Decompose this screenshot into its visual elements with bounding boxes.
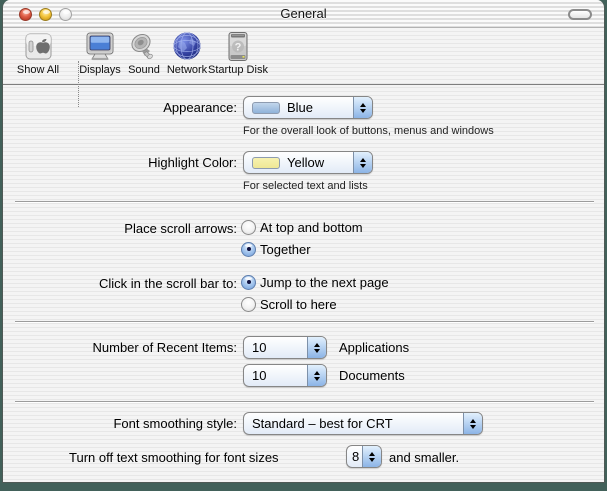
arrow-up-icon [314, 371, 320, 375]
applications-caption: Applications [339, 340, 409, 355]
svg-text:?: ? [235, 42, 242, 54]
toolbar-toggle-button[interactable] [568, 9, 592, 20]
popup-stepper[interactable] [353, 152, 372, 173]
radio-together[interactable]: Together [241, 241, 311, 257]
separator [15, 201, 594, 203]
appearance-value: Blue [287, 100, 313, 115]
smoothing-size-popup[interactable]: 8 [346, 445, 382, 468]
radio-scroll-to-here[interactable]: Scroll to here [241, 296, 337, 312]
popup-stepper[interactable] [307, 337, 326, 358]
highlight-value: Yellow [287, 155, 324, 170]
arrow-down-icon [360, 109, 366, 113]
arrow-down-icon [360, 164, 366, 168]
arrow-up-icon [360, 158, 366, 162]
desktop-strip [0, 483, 607, 491]
documents-caption: Documents [339, 368, 405, 383]
toolbar: Show All Displays [3, 28, 604, 85]
appearance-hint: For the overall look of buttons, menus a… [243, 125, 494, 137]
font-smoothing-value: Standard – best for CRT [244, 416, 463, 431]
radio-icon-selected[interactable] [241, 275, 256, 290]
radio-label: Together [260, 242, 311, 257]
recent-applications-value: 10 [244, 340, 307, 355]
recent-documents-popup[interactable]: 10 [243, 364, 327, 387]
highlight-hint: For selected text and lists [243, 180, 368, 192]
network-icon [171, 31, 203, 63]
arrow-up-icon [360, 103, 366, 107]
radio-icon-selected[interactable] [241, 242, 256, 257]
recent-documents-value: 10 [244, 368, 307, 383]
radio-jump-next-page[interactable]: Jump to the next page [241, 274, 389, 290]
radio-icon[interactable] [241, 220, 256, 235]
radio-label: At top and bottom [260, 220, 363, 235]
startup-disk-icon: ? [222, 31, 254, 63]
toolbar-item-show-all[interactable]: Show All [3, 31, 73, 83]
highlight-popup[interactable]: Yellow [243, 151, 373, 174]
title-bar[interactable]: General [3, 0, 604, 28]
toolbar-item-startup-disk[interactable]: ? Startup Disk [203, 31, 273, 83]
toolbar-label: Startup Disk [203, 64, 273, 76]
recent-items-label: Number of Recent Items: [3, 340, 237, 355]
scroll-click-label: Click in the scroll bar to: [3, 276, 237, 291]
highlight-label: Highlight Color: [3, 155, 237, 170]
preferences-window: General Show All [2, 0, 605, 483]
radio-at-top-and-bottom[interactable]: At top and bottom [241, 219, 363, 235]
smoothing-size-value: 8 [347, 449, 362, 464]
separator [15, 321, 594, 323]
separator [15, 401, 594, 403]
show-all-icon [22, 31, 54, 63]
popup-stepper[interactable] [353, 97, 372, 118]
radio-label: Scroll to here [260, 297, 337, 312]
appearance-swatch [252, 102, 280, 114]
font-smoothing-label: Font smoothing style: [3, 416, 237, 431]
font-smoothing-popup[interactable]: Standard – best for CRT [243, 412, 483, 435]
arrow-up-icon [314, 343, 320, 347]
smoothing-threshold-suffix: and smaller. [389, 450, 459, 465]
radio-label: Jump to the next page [260, 275, 389, 290]
arrow-down-icon [314, 377, 320, 381]
appearance-popup[interactable]: Blue [243, 96, 373, 119]
window-title: General [3, 6, 604, 21]
arrow-up-icon [369, 452, 375, 456]
radio-icon[interactable] [241, 297, 256, 312]
popup-stepper[interactable] [362, 446, 381, 467]
arrow-down-icon [470, 425, 476, 429]
toolbar-label: Show All [3, 64, 73, 76]
arrow-down-icon [314, 349, 320, 353]
arrow-up-icon [470, 419, 476, 423]
recent-applications-popup[interactable]: 10 [243, 336, 327, 359]
highlight-swatch [252, 157, 280, 169]
desktop: General Show All [0, 0, 607, 491]
popup-stepper[interactable] [463, 413, 482, 434]
appearance-label: Appearance: [3, 100, 237, 115]
arrow-down-icon [369, 458, 375, 462]
scroll-arrows-label: Place scroll arrows: [3, 221, 237, 236]
popup-stepper[interactable] [307, 365, 326, 386]
smoothing-threshold-prefix: Turn off text smoothing for font sizes [69, 450, 279, 465]
